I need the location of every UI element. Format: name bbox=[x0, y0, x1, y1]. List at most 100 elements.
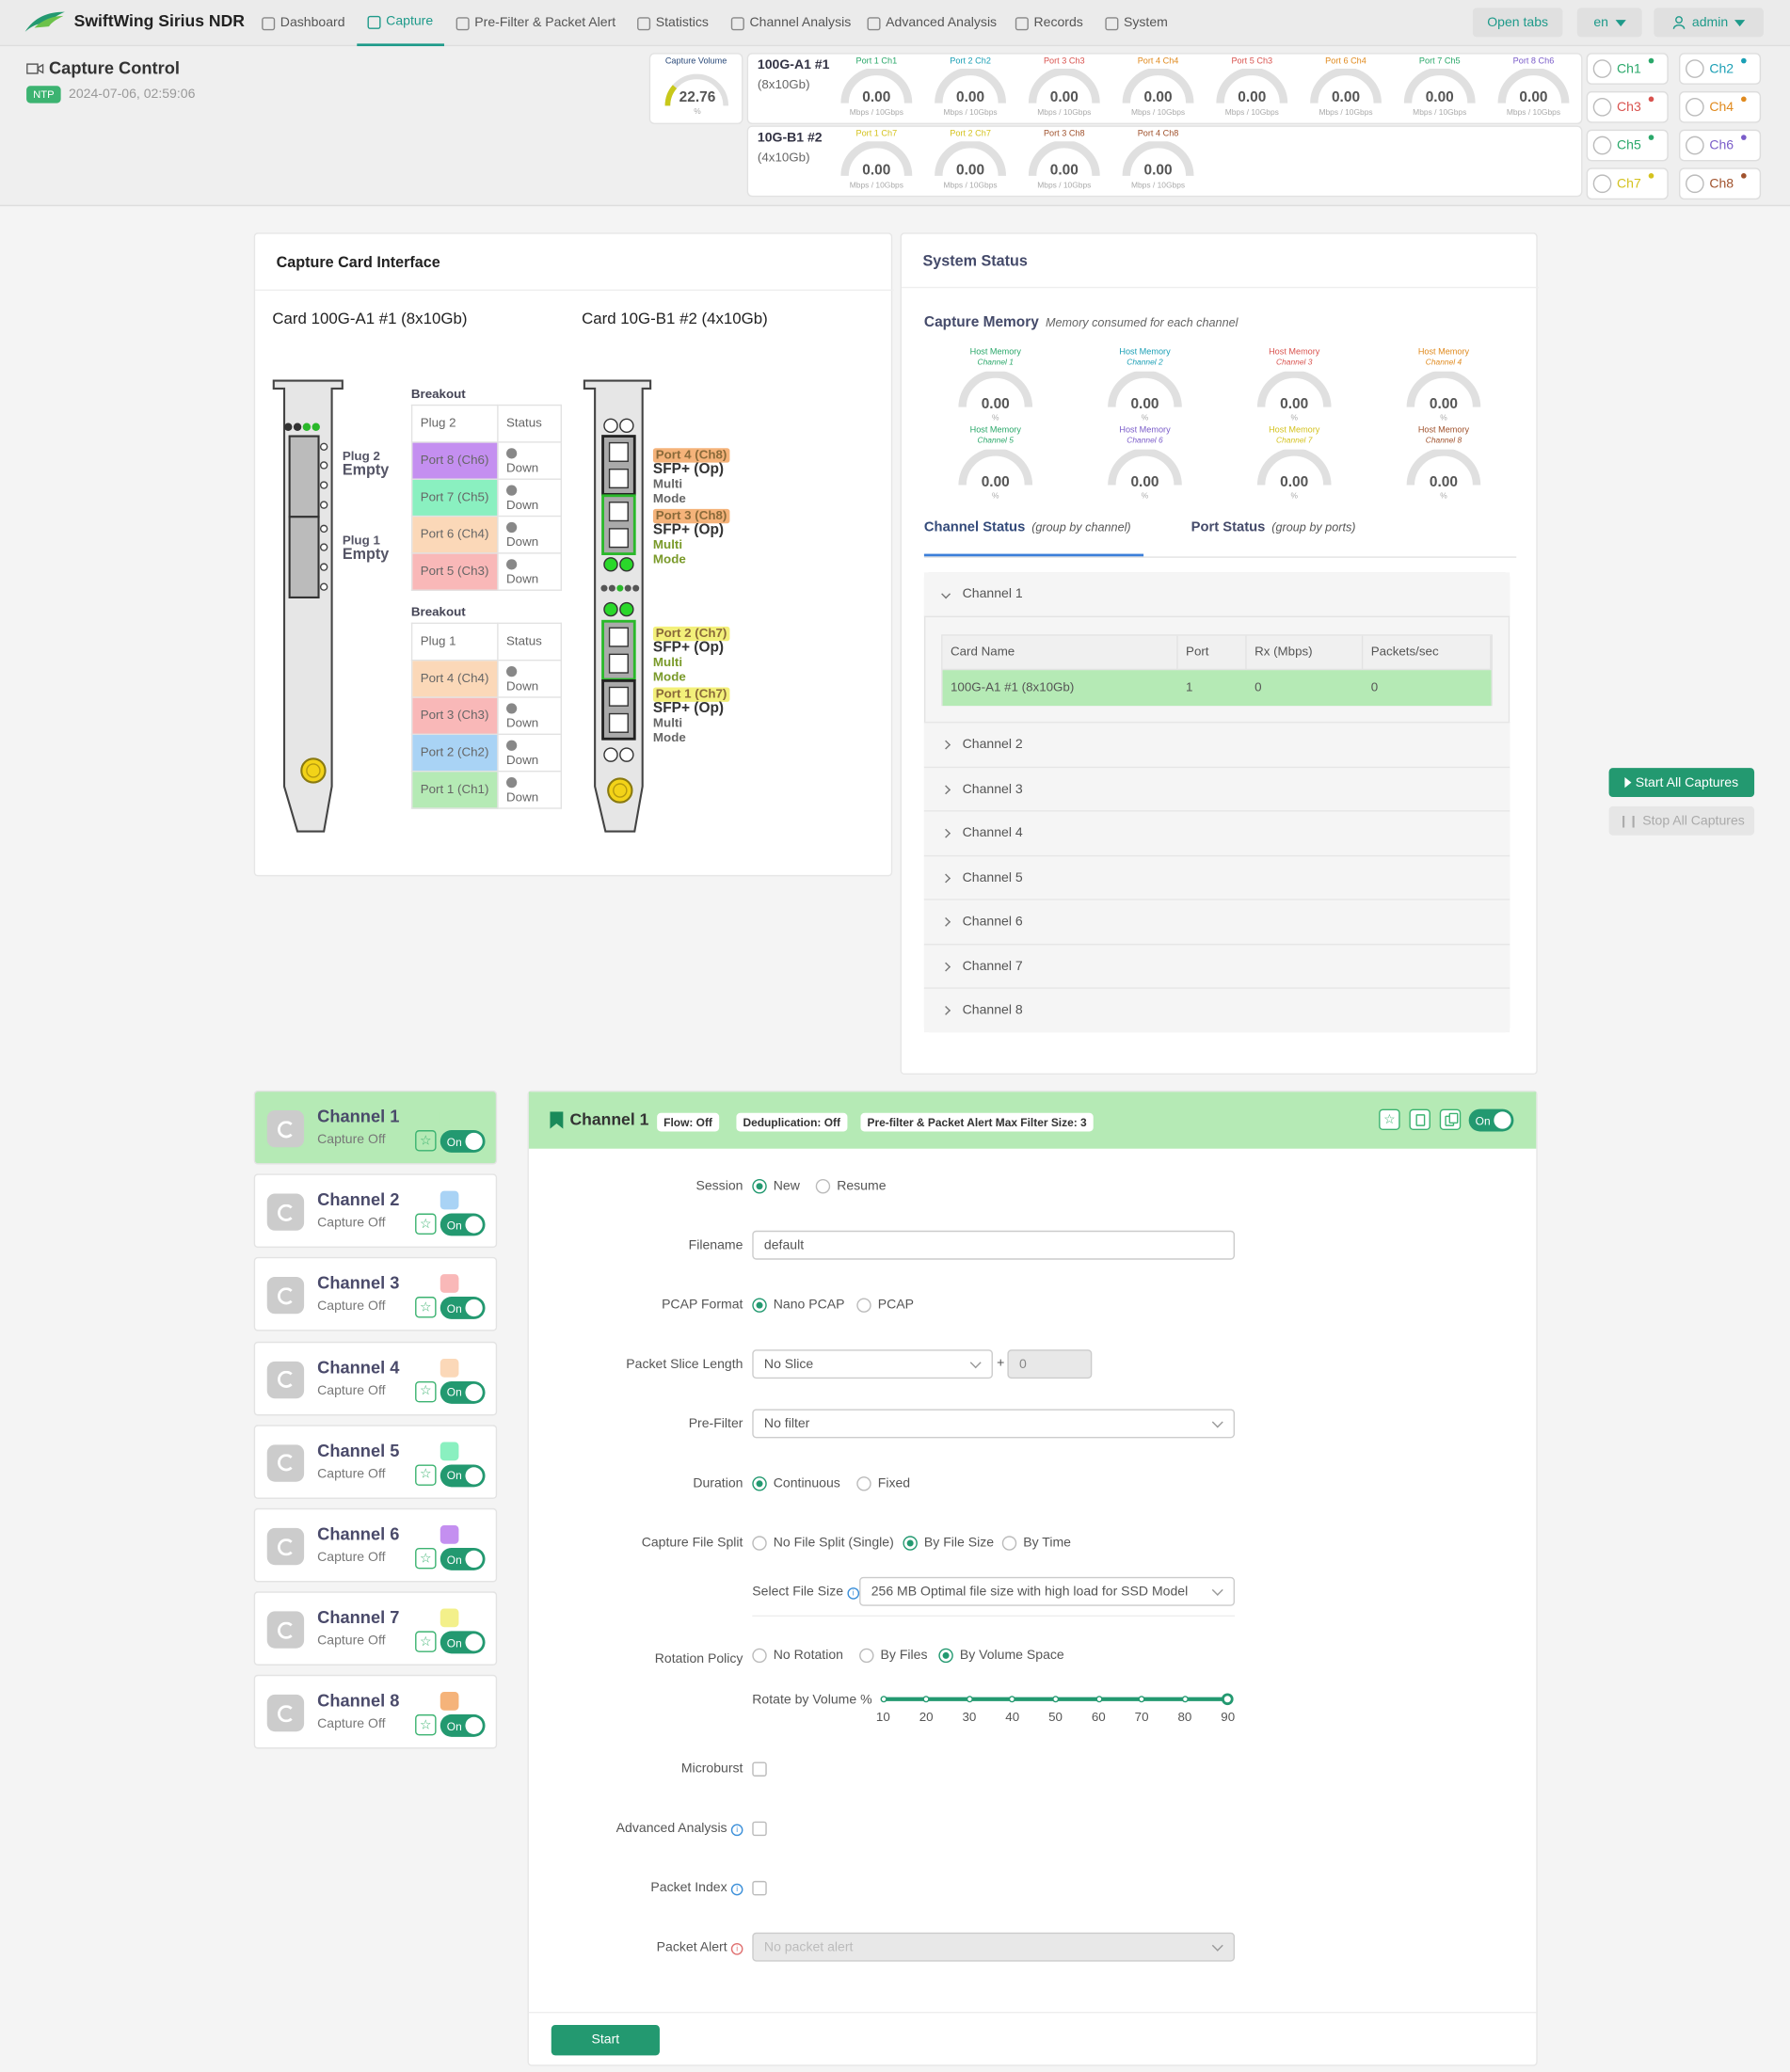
channel-card-8[interactable]: Channel 8 Capture Off ☆ On bbox=[253, 1675, 498, 1750]
channel-quick-7[interactable]: Ch7 bbox=[1586, 167, 1669, 200]
favorite-button[interactable]: ☆ bbox=[415, 1631, 437, 1653]
channel-toggle[interactable]: On bbox=[440, 1297, 486, 1320]
favorite-button[interactable]: ☆ bbox=[415, 1714, 437, 1736]
tab-channel-status[interactable]: Channel Status (group by channel) bbox=[924, 519, 1131, 535]
channel-quick-2[interactable]: Ch2 bbox=[1679, 53, 1762, 85]
channel-toggle[interactable]: On bbox=[440, 1380, 486, 1404]
split-time-radio[interactable]: By Time bbox=[1001, 1536, 1071, 1551]
star-icon: ☆ bbox=[420, 1717, 432, 1733]
accordion-channel-7[interactable]: Channel 7 bbox=[923, 943, 1510, 989]
nav-dashboard[interactable]: Dashboard bbox=[262, 0, 345, 46]
microburst-checkbox[interactable] bbox=[752, 1761, 767, 1777]
prefilter-select[interactable]: No filter bbox=[752, 1409, 1236, 1439]
accordion-channel-5[interactable]: Channel 5 bbox=[923, 854, 1510, 900]
start-capture-button[interactable]: Start bbox=[551, 2025, 660, 2056]
favorite-button[interactable]: ☆ bbox=[415, 1213, 437, 1235]
nav-pre-filter[interactable]: Pre-Filter & Packet Alert bbox=[455, 0, 615, 46]
session-resume-radio[interactable]: Resume bbox=[815, 1179, 887, 1194]
breakout-status: Down bbox=[497, 696, 563, 736]
accordion-channel-4[interactable]: Channel 4 bbox=[923, 810, 1510, 855]
packet-slice-number[interactable]: 0 bbox=[1007, 1349, 1093, 1379]
nav-advanced-analysis[interactable]: Advanced Analysis bbox=[867, 0, 998, 46]
channel-enable-toggle[interactable]: On bbox=[1468, 1108, 1514, 1132]
session-new-radio[interactable]: New bbox=[752, 1179, 800, 1194]
duration-fixed-radio[interactable]: Fixed bbox=[856, 1476, 910, 1491]
favorite-button[interactable]: ☆ bbox=[415, 1380, 437, 1402]
paste-button[interactable] bbox=[1439, 1108, 1462, 1131]
nav-statistics[interactable]: Statistics bbox=[637, 0, 709, 46]
channel-quick-5[interactable]: Ch5 bbox=[1586, 129, 1669, 162]
favorite-button[interactable]: ☆ bbox=[415, 1464, 437, 1486]
nav-capture[interactable]: Capture bbox=[357, 0, 444, 47]
favorite-button[interactable]: ☆ bbox=[1379, 1108, 1400, 1131]
channel-color-swatch bbox=[440, 1442, 459, 1460]
channel1-status-table: Card Name Port Rx (Mbps) Packets/sec 100G-A… bbox=[941, 634, 1493, 707]
channel-quick-6[interactable]: Ch6 bbox=[1679, 129, 1762, 162]
channel-toggle[interactable]: On bbox=[440, 1631, 486, 1654]
channel-quick-8[interactable]: Ch8 bbox=[1679, 167, 1762, 200]
duration-continuous-radio[interactable]: Continuous bbox=[752, 1476, 840, 1491]
table-cell: 0 bbox=[1255, 680, 1262, 695]
channel-card-2[interactable]: Channel 2 Capture Off ☆ On bbox=[253, 1173, 498, 1249]
app-logo[interactable]: SwiftWing Sirius NDR bbox=[24, 9, 245, 33]
channel-icon bbox=[266, 1527, 305, 1566]
split-none-radio[interactable]: No File Split (Single) bbox=[752, 1536, 894, 1551]
channel-toggle[interactable]: On bbox=[440, 1464, 486, 1488]
favorite-button[interactable]: ☆ bbox=[415, 1547, 437, 1570]
nav-label: Advanced Analysis bbox=[886, 15, 998, 31]
filename-input[interactable]: default bbox=[752, 1230, 1236, 1260]
channel-card-5[interactable]: Channel 5 Capture Off ☆ On bbox=[253, 1425, 498, 1499]
channel-quick-label: Ch7 bbox=[1616, 176, 1641, 191]
channel-card-6[interactable]: Channel 6 Capture Off ☆ On bbox=[253, 1507, 498, 1583]
rotation-none-radio[interactable]: No Rotation bbox=[752, 1648, 843, 1664]
tab-port-status[interactable]: Port Status (group by ports) bbox=[1191, 519, 1356, 535]
channel-color-swatch bbox=[440, 1525, 459, 1544]
file-size-select[interactable]: 256 MB Optimal file size with high load … bbox=[859, 1576, 1236, 1606]
status-dot bbox=[1741, 96, 1747, 103]
channel-toggle[interactable]: On bbox=[440, 1547, 486, 1570]
rotation-volume-radio[interactable]: By Volume Space bbox=[938, 1648, 1064, 1664]
memory-gauge-channel: Channel 1 bbox=[977, 359, 1014, 368]
nav-channel-analysis[interactable]: Channel Analysis bbox=[730, 0, 851, 46]
capture-volume-label: Capture Volume bbox=[664, 56, 727, 67]
packet-slice-select[interactable]: No Slice bbox=[752, 1349, 993, 1379]
rotate-volume-label: Rotate by Volume % bbox=[752, 1693, 872, 1708]
refresh-icon bbox=[277, 1120, 295, 1138]
channel-quick-4[interactable]: Ch4 bbox=[1679, 90, 1762, 123]
favorite-button[interactable]: ☆ bbox=[415, 1297, 437, 1319]
open-tabs-button[interactable]: Open tabs bbox=[1472, 8, 1563, 38]
memory-gauge-label: Host Memory bbox=[1269, 347, 1320, 358]
favorite-button[interactable]: ☆ bbox=[415, 1130, 437, 1152]
copy-button[interactable] bbox=[1409, 1108, 1430, 1131]
accordion-channel-3[interactable]: Channel 3 bbox=[923, 766, 1510, 811]
accordion-channel-6[interactable]: Channel 6 bbox=[923, 899, 1510, 944]
channel-card-4[interactable]: Channel 4 Capture Off ☆ On bbox=[253, 1341, 498, 1415]
advanced-analysis-checkbox[interactable] bbox=[752, 1821, 767, 1837]
channel-card-3[interactable]: Channel 3 Capture Off ☆ On bbox=[253, 1257, 498, 1332]
pcap-standard-radio[interactable]: PCAP bbox=[856, 1298, 914, 1313]
language-select[interactable]: en bbox=[1576, 8, 1642, 38]
channel-toggle[interactable]: On bbox=[440, 1213, 486, 1236]
accordion-channel-1[interactable]: Channel 1 bbox=[923, 572, 1510, 618]
rotation-files-radio[interactable]: By Files bbox=[859, 1648, 928, 1664]
channel-quick-1[interactable]: Ch1 bbox=[1586, 53, 1669, 85]
channel-toggle[interactable]: On bbox=[440, 1130, 486, 1153]
accordion-channel-2[interactable]: Channel 2 bbox=[923, 721, 1510, 767]
user-menu[interactable]: admin bbox=[1654, 8, 1764, 38]
channel-toggle[interactable]: On bbox=[440, 1714, 486, 1738]
packet-index-checkbox[interactable] bbox=[752, 1880, 767, 1896]
pcap-nano-radio[interactable]: Nano PCAP bbox=[752, 1298, 845, 1313]
channel-card-7[interactable]: Channel 7 Capture Off ☆ On bbox=[253, 1591, 498, 1666]
split-size-radio[interactable]: By File Size bbox=[903, 1536, 994, 1551]
start-all-captures-button[interactable]: Start All Captures bbox=[1608, 768, 1755, 798]
accordion-channel-8[interactable]: Channel 8 bbox=[923, 987, 1510, 1033]
user-name: admin bbox=[1691, 15, 1729, 30]
stop-all-captures-button[interactable]: ❙❙ Stop All Captures bbox=[1608, 805, 1755, 836]
channel-card-1[interactable]: Channel 1 Capture Off ☆ On bbox=[253, 1090, 498, 1165]
channel-quick-3[interactable]: Ch3 bbox=[1586, 90, 1669, 123]
slider-handle[interactable] bbox=[1222, 1693, 1235, 1706]
slider-tick-label: 90 bbox=[1221, 1710, 1236, 1726]
packet-alert-select[interactable]: No packet alert bbox=[752, 1932, 1236, 1962]
nav-system[interactable]: System bbox=[1105, 0, 1168, 46]
nav-records[interactable]: Records bbox=[1015, 0, 1083, 46]
